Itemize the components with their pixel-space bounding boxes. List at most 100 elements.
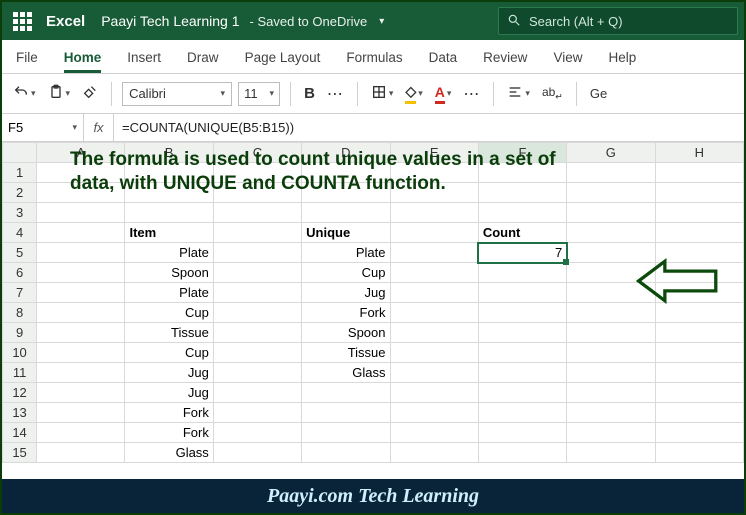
cell[interactable] [390, 203, 478, 223]
cell[interactable] [567, 443, 655, 463]
paste-button[interactable]: ▾ [45, 82, 74, 105]
cell[interactable]: Plate [125, 283, 213, 303]
col-C[interactable]: C [213, 143, 301, 163]
cell[interactable] [567, 403, 655, 423]
cell[interactable] [390, 223, 478, 243]
cell[interactable] [302, 163, 390, 183]
cell[interactable] [37, 323, 125, 343]
cell[interactable] [37, 303, 125, 323]
general-format-button[interactable]: Ge [587, 84, 610, 103]
cell[interactable] [567, 343, 655, 363]
cell[interactable] [37, 423, 125, 443]
cell[interactable] [213, 183, 301, 203]
tab-file[interactable]: File [16, 44, 38, 73]
cell[interactable] [655, 423, 743, 443]
cell[interactable] [37, 243, 125, 263]
cell[interactable] [213, 343, 301, 363]
row-11[interactable]: 11 [3, 363, 37, 383]
font-color-button[interactable]: A ▾ [432, 82, 455, 106]
tab-insert[interactable]: Insert [127, 44, 161, 73]
format-painter-button[interactable] [79, 82, 101, 105]
cell[interactable] [37, 263, 125, 283]
cell[interactable]: Fork [125, 423, 213, 443]
cell[interactable] [655, 323, 743, 343]
row-5[interactable]: 5 [3, 243, 37, 263]
cell[interactable] [37, 183, 125, 203]
cell[interactable] [390, 243, 478, 263]
cell[interactable]: Cup [302, 263, 390, 283]
row-14[interactable]: 14 [3, 423, 37, 443]
cell[interactable] [655, 203, 743, 223]
font-size-select[interactable]: 11 ▾ [238, 82, 280, 106]
cell[interactable] [567, 423, 655, 443]
row-15[interactable]: 15 [3, 443, 37, 463]
cell[interactable]: Tissue [125, 323, 213, 343]
cell[interactable] [390, 403, 478, 423]
cell[interactable] [478, 343, 566, 363]
cell[interactable] [390, 263, 478, 283]
align-button[interactable]: ▾ [504, 82, 533, 105]
cell[interactable] [655, 343, 743, 363]
cell[interactable] [213, 243, 301, 263]
cell[interactable] [567, 223, 655, 243]
cell[interactable] [567, 163, 655, 183]
col-E[interactable]: E [390, 143, 478, 163]
cell[interactable] [655, 403, 743, 423]
cell[interactable]: Jug [302, 283, 390, 303]
cell[interactable] [213, 283, 301, 303]
cell[interactable] [655, 363, 743, 383]
tab-draw[interactable]: Draw [187, 44, 219, 73]
tab-review[interactable]: Review [483, 44, 527, 73]
tab-data[interactable]: Data [429, 44, 458, 73]
cell[interactable] [478, 383, 566, 403]
cell[interactable] [213, 163, 301, 183]
row-7[interactable]: 7 [3, 283, 37, 303]
row-4[interactable]: 4 [3, 223, 37, 243]
cell[interactable]: Spoon [125, 263, 213, 283]
cell[interactable]: Glass [302, 363, 390, 383]
cell[interactable] [567, 323, 655, 343]
cell[interactable] [390, 283, 478, 303]
cell[interactable] [213, 303, 301, 323]
cell[interactable] [478, 303, 566, 323]
bold-button[interactable]: B [301, 83, 318, 104]
cell[interactable] [213, 403, 301, 423]
row-13[interactable]: 13 [3, 403, 37, 423]
cell[interactable] [213, 263, 301, 283]
tab-help[interactable]: Help [608, 44, 636, 73]
cell[interactable] [213, 363, 301, 383]
cell[interactable] [213, 423, 301, 443]
fill-color-button[interactable]: ◇ ▾ [402, 81, 425, 106]
cell[interactable] [390, 443, 478, 463]
col-B[interactable]: B [125, 143, 213, 163]
cell[interactable] [37, 203, 125, 223]
cell[interactable] [655, 183, 743, 203]
col-G[interactable]: G [567, 143, 655, 163]
cell[interactable] [302, 183, 390, 203]
cell[interactable] [37, 283, 125, 303]
app-launcher-icon[interactable] [8, 7, 36, 35]
cell[interactable] [125, 203, 213, 223]
cell[interactable] [655, 383, 743, 403]
cell[interactable] [125, 183, 213, 203]
cell[interactable]: Plate [302, 243, 390, 263]
name-box[interactable]: F5 ▾ [2, 114, 84, 141]
cell[interactable]: Jug [125, 383, 213, 403]
cell[interactable] [478, 363, 566, 383]
wrap-text-button[interactable]: ab↵ [539, 83, 566, 104]
cell[interactable] [37, 223, 125, 243]
cell[interactable] [390, 423, 478, 443]
col-A[interactable]: A [37, 143, 125, 163]
tab-formulas[interactable]: Formulas [346, 44, 402, 73]
cell[interactable]: Spoon [302, 323, 390, 343]
cell[interactable] [478, 263, 566, 283]
row-12[interactable]: 12 [3, 383, 37, 403]
select-all[interactable] [3, 143, 37, 163]
row-3[interactable]: 3 [3, 203, 37, 223]
row-1[interactable]: 1 [3, 163, 37, 183]
cell[interactable]: Glass [125, 443, 213, 463]
tab-view[interactable]: View [553, 44, 582, 73]
row-10[interactable]: 10 [3, 343, 37, 363]
cell[interactable] [302, 203, 390, 223]
cell[interactable] [655, 223, 743, 243]
